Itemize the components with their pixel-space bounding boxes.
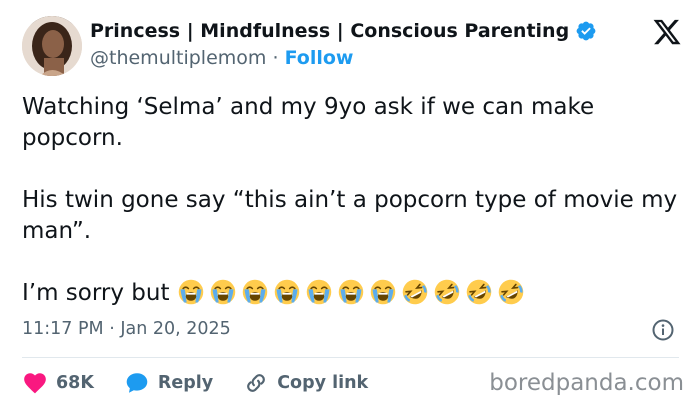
loudly-crying-face-emoji-icon xyxy=(337,278,365,306)
rolling-on-floor-laughing-emoji-icon xyxy=(497,278,525,306)
reply-label: Reply xyxy=(157,373,214,393)
loudly-crying-face-emoji-icon xyxy=(369,278,397,306)
handle-row: @themultiplemom · Follow xyxy=(90,47,353,69)
like-button[interactable]: 68K xyxy=(22,370,94,396)
rolling-on-floor-laughing-emoji-icon xyxy=(433,278,461,306)
tweet-line-2: His twin gone say “this ain’t a popcorn … xyxy=(22,187,685,244)
emoji-row xyxy=(177,278,529,306)
loudly-crying-face-emoji-icon xyxy=(273,278,301,306)
info-icon[interactable] xyxy=(651,318,675,342)
copy-link-button[interactable]: Copy link xyxy=(243,370,368,396)
handle-separator: · xyxy=(272,47,279,69)
rolling-on-floor-laughing-emoji-icon xyxy=(465,278,493,306)
tweet-line-1: Watching ‘Selma’ and my 9yo ask if we ca… xyxy=(22,94,602,151)
action-bar: 68K Reply Copy link xyxy=(22,368,398,398)
x-logo-icon[interactable] xyxy=(652,17,682,47)
reply-button[interactable]: Reply xyxy=(124,370,213,396)
heart-icon xyxy=(22,370,48,396)
loudly-crying-face-emoji-icon xyxy=(177,278,205,306)
author-handle[interactable]: @themultiplemom xyxy=(90,47,266,69)
rolling-on-floor-laughing-emoji-icon xyxy=(401,278,429,306)
divider xyxy=(22,357,679,358)
loudly-crying-face-emoji-icon xyxy=(209,278,237,306)
author-display-name[interactable]: Princess | Mindfulness | Conscious Paren… xyxy=(90,20,569,42)
like-count: 68K xyxy=(56,373,94,393)
tweet-text: Watching ‘Selma’ and my 9yo ask if we ca… xyxy=(22,92,682,309)
tweet-header: Princess | Mindfulness | Conscious Paren… xyxy=(22,14,682,80)
reply-bubble-icon xyxy=(124,370,150,396)
link-icon xyxy=(243,370,269,396)
tweet-line-3: I’m sorry but xyxy=(22,278,529,306)
author-avatar[interactable] xyxy=(22,16,82,76)
tweet-card: Princess | Mindfulness | Conscious Paren… xyxy=(0,0,700,410)
copy-link-label: Copy link xyxy=(277,373,369,393)
tweet-line-3-prefix: I’m sorry but xyxy=(22,280,177,306)
tweet-timestamp[interactable]: 11:17 PM · Jan 20, 2025 xyxy=(22,319,231,339)
name-row: Princess | Mindfulness | Conscious Paren… xyxy=(90,20,597,42)
watermark: boredpanda.com xyxy=(489,370,684,396)
verified-badge-icon xyxy=(575,20,597,42)
follow-button[interactable]: Follow xyxy=(285,47,354,69)
loudly-crying-face-emoji-icon xyxy=(305,278,333,306)
loudly-crying-face-emoji-icon xyxy=(241,278,269,306)
